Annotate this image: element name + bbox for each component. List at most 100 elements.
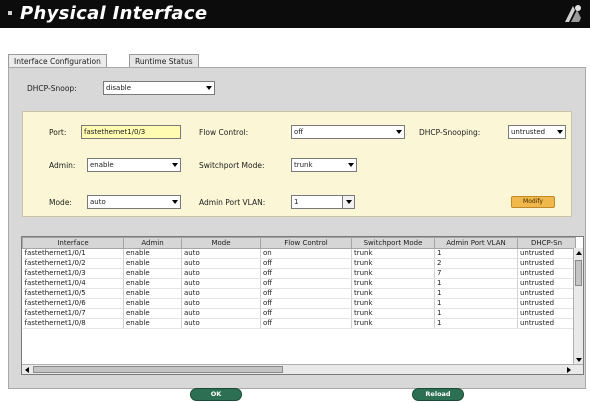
reload-button[interactable]: Reload	[412, 388, 464, 401]
column-header[interactable]: Flow Control	[260, 237, 352, 249]
table-cell: auto	[181, 308, 261, 319]
chevron-down-icon	[557, 130, 563, 134]
table-cell: enable	[123, 258, 182, 269]
mode-value: auto	[90, 198, 106, 206]
table-cell: untrusted	[517, 248, 576, 259]
scroll-right-icon[interactable]	[567, 367, 571, 373]
table-cell: enable	[123, 268, 182, 279]
port-label: Port:	[49, 128, 67, 137]
config-box: Port: fastethernet1/0/3 Flow Control: of…	[22, 111, 572, 217]
admin-port-vlan-select[interactable]: 1	[291, 195, 355, 209]
table-cell: fastethernet1/0/5	[22, 288, 124, 299]
admin-port-vlan-label: Admin Port VLAN:	[199, 198, 266, 207]
scroll-down-icon[interactable]	[576, 358, 582, 362]
table-cell: auto	[181, 288, 261, 299]
table-cell: trunk	[351, 268, 435, 279]
admin-value: enable	[90, 161, 114, 169]
column-header[interactable]: Admin	[123, 237, 182, 249]
table-cell: 1	[434, 278, 518, 289]
flow-control-label: Flow Control:	[199, 128, 249, 137]
table-cell: enable	[123, 318, 182, 329]
flow-control-select[interactable]: off	[291, 125, 405, 139]
dhcp-snooping-label: DHCP-Snooping:	[419, 128, 481, 137]
table-cell: untrusted	[517, 258, 576, 269]
table-cell: trunk	[351, 258, 435, 269]
column-header[interactable]: Switchport Mode	[351, 237, 435, 249]
table-row[interactable]: fastethernet1/0/6 enable auto off trunk …	[22, 298, 576, 309]
table-cell: off	[260, 298, 352, 309]
column-header[interactable]: Admin Port VLAN	[434, 237, 518, 249]
table-cell: fastethernet1/0/3	[22, 268, 124, 279]
table-cell: auto	[181, 278, 261, 289]
dhcp-snoop-label: DHCP-Snoop:	[27, 84, 77, 93]
table-cell: fastethernet1/0/4	[22, 278, 124, 289]
table-cell: trunk	[351, 248, 435, 259]
table-cell: auto	[181, 298, 261, 309]
table-cell: 1	[434, 308, 518, 319]
scroll-left-icon[interactable]	[25, 367, 29, 373]
column-header[interactable]: Interface	[22, 237, 124, 249]
table-row[interactable]: fastethernet1/0/8 enable auto off trunk …	[22, 318, 576, 329]
table-cell: auto	[181, 248, 261, 259]
table-header-row: Interface Admin Mode Flow Control Switch…	[22, 237, 576, 249]
table-cell: fastethernet1/0/7	[22, 308, 124, 319]
interface-table: Interface Admin Mode Flow Control Switch…	[21, 236, 584, 375]
table-cell: 1	[434, 248, 518, 259]
table-cell: trunk	[351, 298, 435, 309]
table-cell: trunk	[351, 318, 435, 329]
switchport-mode-select[interactable]: trunk	[291, 158, 357, 172]
dhcp-snooping-select[interactable]: untrusted	[508, 125, 566, 139]
vertical-scrollbar[interactable]	[573, 248, 583, 365]
horizontal-scrollbar[interactable]	[22, 364, 583, 374]
scroll-thumb[interactable]	[575, 260, 582, 286]
table-cell: 1	[434, 298, 518, 309]
table-cell: off	[260, 318, 352, 329]
column-header[interactable]: DHCP-Sn	[517, 237, 576, 249]
chevron-down-icon	[396, 130, 402, 134]
table-cell: untrusted	[517, 288, 576, 299]
page-title: Physical Interface	[20, 3, 208, 24]
port-field[interactable]: fastethernet1/0/3	[81, 125, 181, 139]
table-cell: off	[260, 268, 352, 279]
tab-runtime-status[interactable]: Runtime Status	[129, 54, 199, 68]
table-row[interactable]: fastethernet1/0/1 enable auto on trunk 1…	[22, 248, 576, 259]
scroll-up-icon[interactable]	[576, 251, 582, 255]
table-cell: enable	[123, 308, 182, 319]
table-row[interactable]: fastethernet1/0/2 enable auto off trunk …	[22, 258, 576, 269]
title-bullet-icon	[8, 11, 12, 15]
table-cell: untrusted	[517, 278, 576, 289]
logo-icon	[565, 5, 581, 22]
table-cell: auto	[181, 318, 261, 329]
table-cell: fastethernet1/0/2	[22, 258, 124, 269]
modify-button[interactable]: Modify	[511, 196, 555, 208]
table-cell: enable	[123, 298, 182, 309]
table-row[interactable]: fastethernet1/0/7 enable auto off trunk …	[22, 308, 576, 319]
table-cell: auto	[181, 268, 261, 279]
dhcp-snooping-value: untrusted	[511, 128, 546, 136]
table-cell: untrusted	[517, 308, 576, 319]
tab-interface-configuration[interactable]: Interface Configuration	[8, 54, 107, 68]
admin-select[interactable]: enable	[87, 158, 181, 172]
table-cell: 7	[434, 268, 518, 279]
chevron-down-icon	[206, 86, 212, 90]
table-cell: enable	[123, 278, 182, 289]
table-cell: auto	[181, 258, 261, 269]
ok-button[interactable]: OK	[190, 388, 242, 401]
column-header[interactable]: Mode	[181, 237, 261, 249]
table-cell: untrusted	[517, 268, 576, 279]
table-cell: fastethernet1/0/1	[22, 248, 124, 259]
table-cell: off	[260, 288, 352, 299]
table-cell: 1	[434, 318, 518, 329]
mode-select[interactable]: auto	[87, 195, 181, 209]
flow-control-value: off	[294, 128, 304, 136]
dhcp-snoop-select[interactable]: disable	[103, 81, 215, 95]
table-cell: fastethernet1/0/8	[22, 318, 124, 329]
scroll-thumb[interactable]	[33, 366, 283, 373]
table-row[interactable]: fastethernet1/0/5 enable auto off trunk …	[22, 288, 576, 299]
chevron-down-icon	[172, 163, 178, 167]
table-cell: enable	[123, 288, 182, 299]
table-row[interactable]: fastethernet1/0/4 enable auto off trunk …	[22, 278, 576, 289]
table-cell: enable	[123, 248, 182, 259]
table-cell: trunk	[351, 288, 435, 299]
table-row[interactable]: fastethernet1/0/3 enable auto off trunk …	[22, 268, 576, 279]
